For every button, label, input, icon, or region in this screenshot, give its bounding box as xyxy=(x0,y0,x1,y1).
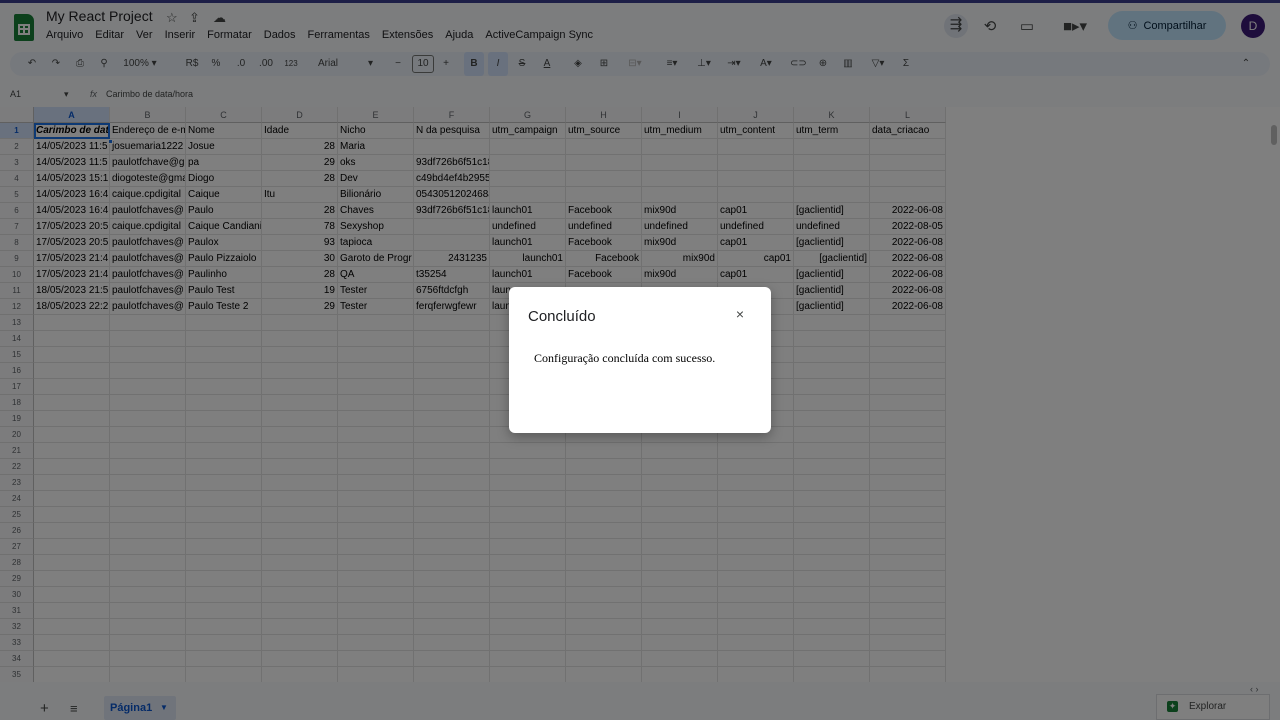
dialog-title: Concluído xyxy=(528,308,596,325)
dialog: Concluído × Configuração concluída com s… xyxy=(509,287,771,433)
close-icon[interactable]: × xyxy=(733,307,747,321)
dialog-message: Configuração concluída com sucesso. xyxy=(534,351,716,365)
